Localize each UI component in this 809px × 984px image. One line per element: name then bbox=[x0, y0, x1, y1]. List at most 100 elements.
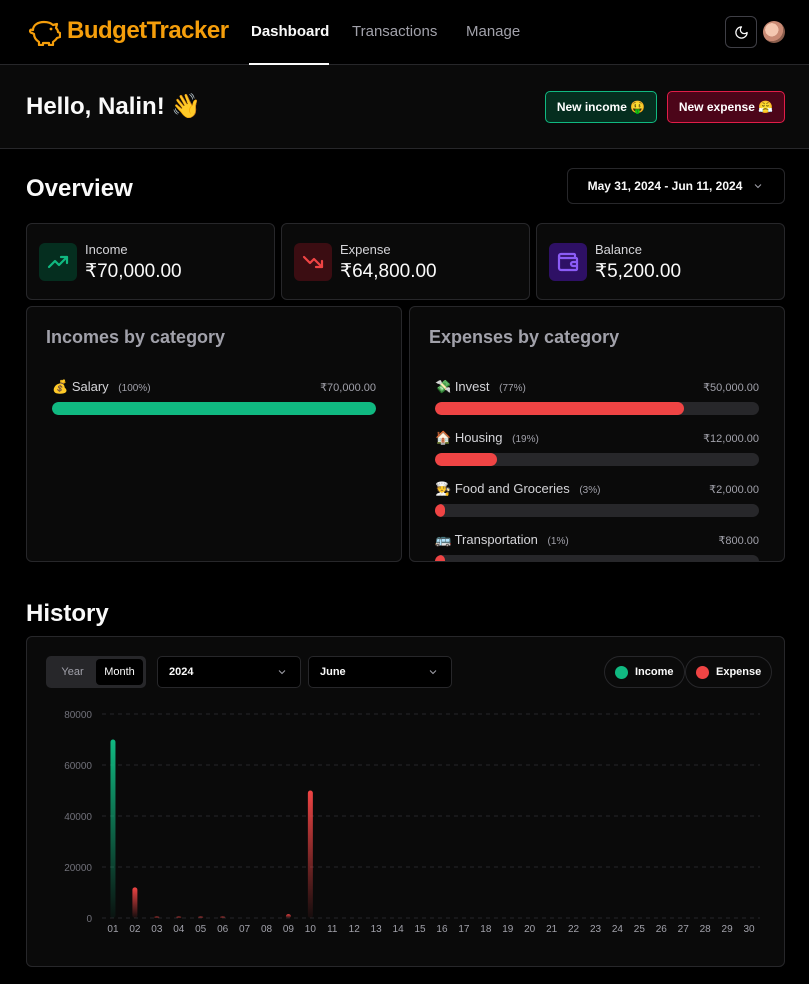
user-avatar[interactable] bbox=[763, 21, 785, 43]
date-range-picker[interactable]: May 31, 2024 - Jun 11, 2024 bbox=[567, 168, 785, 204]
greeting-text: Hello, Nalin! 👋 bbox=[26, 93, 202, 120]
y-tick-label: 0 bbox=[86, 914, 92, 925]
brand-logo[interactable]: BudgetTracker bbox=[27, 16, 229, 46]
overview-title: Overview bbox=[26, 175, 133, 202]
category-name: Housing bbox=[454, 430, 503, 445]
nav-manage[interactable]: Manage bbox=[466, 23, 520, 40]
x-tick-label: 20 bbox=[524, 924, 536, 935]
x-tick-label: 12 bbox=[349, 924, 361, 935]
category-percent: (19%) bbox=[512, 434, 539, 445]
x-tick-label: 07 bbox=[239, 924, 251, 935]
category-amount: ₹2,000.00 bbox=[709, 484, 759, 496]
expense-stat-card: Expense ₹64,800.00 bbox=[281, 223, 530, 300]
category-name: Salary bbox=[71, 379, 109, 394]
nav-transactions[interactable]: Transactions bbox=[352, 23, 437, 40]
piggy-bank-icon bbox=[28, 20, 61, 46]
x-tick-label: 22 bbox=[568, 924, 580, 935]
y-tick-label: 40000 bbox=[64, 812, 92, 823]
category-percent: (77%) bbox=[499, 383, 526, 394]
expense-label: Expense bbox=[340, 242, 391, 257]
progress-fill bbox=[435, 504, 445, 517]
x-tick-label: 21 bbox=[546, 924, 558, 935]
category-emoji: 💰 bbox=[52, 379, 69, 394]
category-amount: ₹50,000.00 bbox=[703, 382, 759, 394]
wallet-icon bbox=[549, 243, 587, 281]
greeting-bar: Hello, Nalin! 👋 New income 🤑 New expense… bbox=[0, 65, 809, 149]
x-tick-label: 13 bbox=[371, 924, 383, 935]
x-tick-label: 26 bbox=[656, 924, 668, 935]
category-emoji: 🚌 bbox=[435, 532, 452, 547]
expense-bar bbox=[154, 916, 160, 918]
x-tick-label: 09 bbox=[283, 924, 295, 935]
category-emoji: 💸 bbox=[435, 379, 452, 394]
expenses-card-title: Expenses by category bbox=[429, 327, 620, 347]
category-percent: (100%) bbox=[118, 383, 151, 394]
x-tick-label: 17 bbox=[458, 924, 470, 935]
incomes-card-title: Incomes by category bbox=[46, 327, 226, 347]
new-expense-button[interactable]: New expense 😤 bbox=[667, 91, 785, 123]
progress-fill bbox=[435, 555, 445, 561]
x-tick-label: 29 bbox=[722, 924, 734, 935]
progress-fill bbox=[435, 402, 685, 415]
progress-track bbox=[52, 402, 376, 415]
expenses-by-category-card: Expenses by category 💸 Invest (77%) ₹50,… bbox=[409, 306, 785, 562]
history-card: Year Month 2024 June Income Expense 0 200… bbox=[26, 636, 785, 967]
nav-dashboard[interactable]: Dashboard bbox=[251, 23, 329, 40]
moon-icon bbox=[734, 25, 748, 39]
x-tick-label: 15 bbox=[414, 924, 426, 935]
y-tick-label: 60000 bbox=[64, 761, 92, 772]
category-amount: ₹800.00 bbox=[718, 535, 759, 547]
category-amount: ₹12,000.00 bbox=[703, 433, 759, 445]
category-amount: ₹70,000.00 bbox=[320, 382, 376, 394]
category-name: Transportation bbox=[454, 532, 538, 547]
x-tick-label: 10 bbox=[305, 924, 317, 935]
x-tick-label: 16 bbox=[436, 924, 448, 935]
progress-track bbox=[435, 555, 759, 561]
x-tick-label: 02 bbox=[129, 924, 141, 935]
x-tick-label: 01 bbox=[107, 924, 119, 935]
progress-fill bbox=[435, 453, 497, 466]
x-tick-label: 30 bbox=[743, 924, 755, 935]
x-tick-label: 25 bbox=[634, 924, 646, 935]
expense-bar bbox=[285, 914, 291, 918]
category-percent: (1%) bbox=[547, 536, 569, 547]
chevron-down-icon bbox=[755, 184, 762, 189]
history-title: History bbox=[26, 600, 109, 627]
x-tick-label: 19 bbox=[502, 924, 514, 935]
category-percent: (3%) bbox=[579, 485, 601, 496]
x-tick-label: 14 bbox=[393, 924, 405, 935]
x-tick-label: 05 bbox=[195, 924, 207, 935]
progress-track bbox=[435, 504, 759, 517]
date-range-text: May 31, 2024 - Jun 11, 2024 bbox=[587, 179, 743, 193]
navbar: BudgetTracker Dashboard Transactions Man… bbox=[0, 0, 809, 65]
x-tick-label: 06 bbox=[217, 924, 229, 935]
x-tick-label: 03 bbox=[151, 924, 163, 935]
expense-bar bbox=[307, 790, 313, 918]
expense-bar bbox=[198, 916, 204, 918]
progress-track bbox=[435, 453, 759, 466]
expense-bar bbox=[176, 916, 182, 918]
income-stat-card: Income ₹70,000.00 bbox=[26, 223, 275, 300]
expense-bar bbox=[132, 887, 138, 918]
x-tick-label: 23 bbox=[590, 924, 602, 935]
x-tick-label: 04 bbox=[173, 924, 185, 935]
income-value: ₹70,000.00 bbox=[85, 261, 182, 282]
balance-label: Balance bbox=[595, 242, 642, 257]
incomes-by-category-card: Incomes by category 💰 Salary (100%) ₹70,… bbox=[26, 306, 402, 562]
history-bar-chart: 0 20000 40000 60000 80000 01 02 03 04 05 06 07 08 09 1… bbox=[64, 710, 760, 935]
balance-stat-card: Balance ₹5,200.00 bbox=[536, 223, 785, 300]
x-tick-label: 08 bbox=[261, 924, 273, 935]
expense-value: ₹64,800.00 bbox=[340, 261, 437, 282]
theme-toggle-button[interactable] bbox=[725, 16, 757, 48]
x-tick-label: 24 bbox=[612, 924, 624, 935]
category-emoji: 🧑‍🍳 bbox=[435, 481, 452, 496]
y-tick-label: 20000 bbox=[64, 863, 92, 874]
new-income-button[interactable]: New income 🤑 bbox=[545, 91, 657, 123]
y-tick-label: 80000 bbox=[64, 710, 92, 721]
progress-fill bbox=[52, 402, 376, 415]
category-name: Food and Groceries bbox=[454, 481, 570, 496]
trending-down-icon bbox=[294, 243, 332, 281]
income-label: Income bbox=[85, 242, 128, 257]
brand-name: BudgetTracker bbox=[67, 17, 229, 44]
expense-bar bbox=[220, 916, 226, 918]
